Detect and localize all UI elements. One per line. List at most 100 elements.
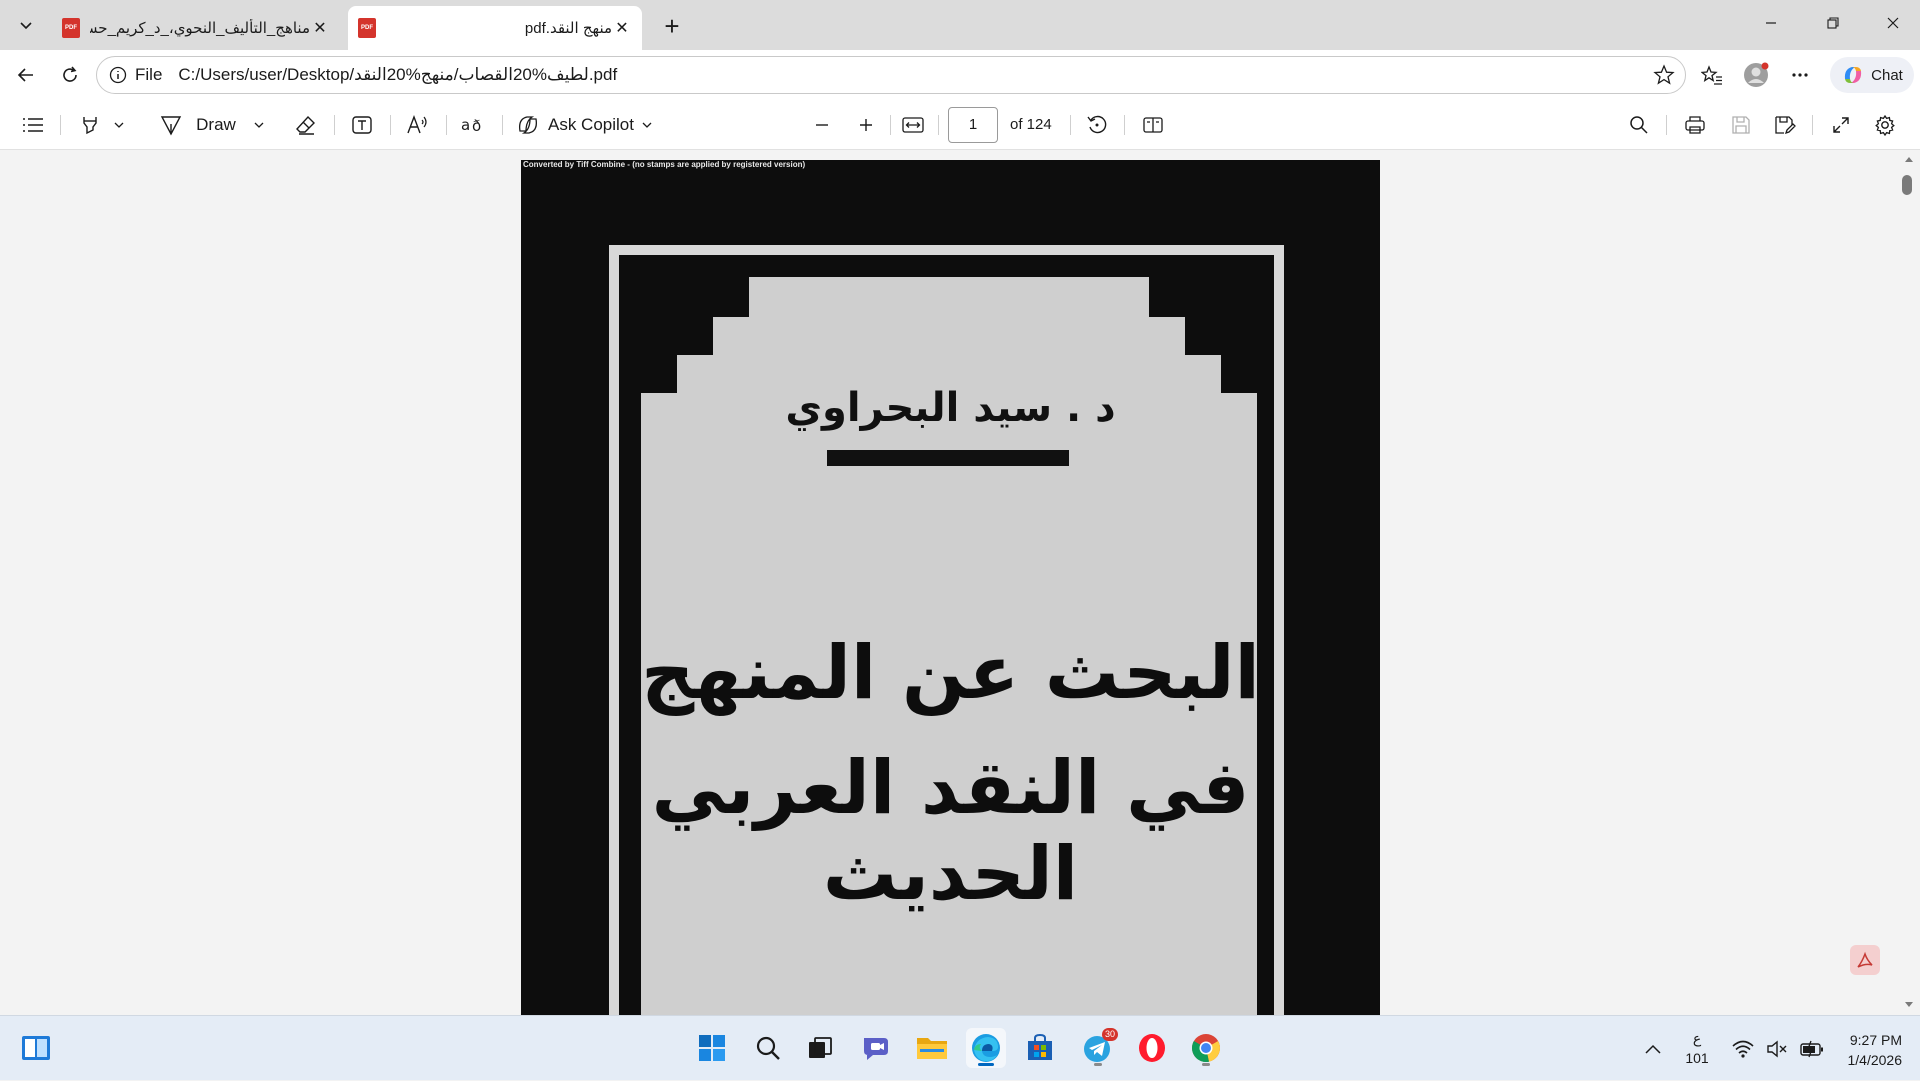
tab-title: مناهج_التأليف_النحوي،_د_كريم_حسين	[90, 20, 310, 37]
start-button[interactable]	[692, 1028, 732, 1068]
page-number-input[interactable]: 1	[948, 107, 998, 143]
toolbar-divider	[1666, 115, 1667, 135]
restore-icon	[1827, 17, 1839, 29]
erase-button[interactable]	[290, 108, 322, 142]
page-view-button[interactable]	[1136, 108, 1170, 142]
scrollbar-thumb[interactable]	[1902, 175, 1912, 195]
search-icon	[1630, 116, 1648, 134]
file-explorer-button[interactable]	[912, 1028, 952, 1068]
microsoft-store-button[interactable]	[1020, 1028, 1060, 1068]
pdf-file-icon: PDF	[358, 18, 376, 38]
url-text[interactable]: C:/Users/user/Desktop/لطيف%20القصاب/منهج…	[178, 65, 617, 85]
opera-browser-button[interactable]	[1132, 1028, 1172, 1068]
tab-active[interactable]: PDF منهج النقد.pdf ✕	[348, 6, 642, 50]
acrobat-button[interactable]	[1850, 945, 1880, 975]
ask-copilot-label: Ask Copilot	[548, 115, 634, 134]
scroll-down-arrow-icon[interactable]	[1904, 1001, 1914, 1009]
fit-to-width-button[interactable]	[896, 108, 930, 142]
read-aloud-button[interactable]	[402, 108, 434, 142]
zoom-in-button[interactable]	[850, 108, 882, 142]
vertical-scrollbar[interactable]	[1900, 151, 1916, 1015]
teams-chat-button[interactable]	[856, 1028, 896, 1068]
active-app-indicator	[978, 1063, 994, 1066]
widgets-button[interactable]	[16, 1028, 56, 1068]
highlight-button[interactable]	[72, 108, 108, 142]
read-aloud-icon	[407, 115, 427, 134]
rotate-icon	[1087, 115, 1107, 134]
more-dots-icon	[1792, 73, 1808, 77]
clock-date: 1/4/2026	[1847, 1052, 1903, 1068]
tab-actions-menu-button[interactable]	[8, 8, 44, 42]
quick-settings-button[interactable]	[1732, 1016, 1842, 1081]
fit-width-icon	[902, 117, 924, 133]
scroll-up-arrow-icon[interactable]	[1904, 155, 1914, 163]
input-language-indicator[interactable]: ع 101	[1682, 1028, 1712, 1068]
opera-icon	[1139, 1034, 1165, 1062]
copilot-chat-button[interactable]: Chat	[1830, 57, 1914, 93]
chevron-up-icon	[1645, 1044, 1661, 1054]
draw-options-dropdown[interactable]	[250, 108, 268, 142]
chat-label: Chat	[1871, 66, 1903, 84]
pdf-viewer[interactable]: Converted by Tiff Combine - (no stamps a…	[0, 151, 1920, 1015]
favorite-star-icon[interactable]	[1653, 64, 1675, 91]
save-button[interactable]	[1724, 108, 1758, 142]
close-window-button[interactable]	[1862, 0, 1920, 46]
tab-inactive[interactable]: PDF مناهج_التأليف_النحوي،_د_كريم_حسين ✕	[52, 6, 340, 50]
back-button[interactable]	[8, 58, 44, 92]
translate-button[interactable]: að	[458, 108, 490, 142]
store-icon	[1028, 1033, 1052, 1060]
battery-charging-icon	[1800, 1040, 1823, 1057]
search-button[interactable]	[748, 1028, 788, 1068]
task-view-button[interactable]	[800, 1028, 840, 1068]
windows-start-icon	[699, 1035, 725, 1061]
refresh-button[interactable]	[52, 58, 88, 92]
zoom-out-button[interactable]	[806, 108, 838, 142]
toolbar-divider	[1124, 115, 1125, 135]
add-text-button[interactable]	[346, 108, 378, 142]
profile-button[interactable]	[1738, 58, 1774, 92]
pdf-page: Converted by Tiff Combine - (no stamps a…	[521, 160, 1380, 1015]
save-as-icon	[1775, 116, 1796, 135]
chrome-icon	[1192, 1034, 1220, 1063]
print-button[interactable]	[1678, 108, 1712, 142]
folder-icon	[917, 1038, 947, 1059]
favorites-button[interactable]	[1694, 58, 1730, 92]
restore-button[interactable]	[1802, 0, 1864, 46]
text-box-icon	[352, 116, 372, 134]
chevron-down-icon	[20, 22, 32, 30]
new-tab-button[interactable]: +	[656, 10, 688, 42]
translate-icon: að	[461, 116, 481, 135]
table-of-contents-button[interactable]	[16, 108, 50, 142]
copilot-icon	[1845, 67, 1862, 83]
save-as-button[interactable]	[1768, 108, 1802, 142]
edge-browser-button[interactable]	[966, 1028, 1006, 1068]
task-view-icon	[809, 1037, 832, 1058]
chrome-browser-button[interactable]	[1186, 1028, 1226, 1068]
speaker-muted-icon	[1767, 1040, 1787, 1057]
pdf-settings-button[interactable]	[1868, 108, 1902, 142]
highlighter-icon	[83, 117, 97, 135]
system-clock[interactable]: 9:27 PM 1/4/2026	[1832, 1030, 1903, 1070]
expand-icon	[1833, 117, 1849, 133]
find-button[interactable]	[1622, 108, 1656, 142]
settings-and-more-button[interactable]	[1782, 58, 1818, 92]
wifi-icon	[1732, 1040, 1754, 1058]
save-disk-icon	[1732, 116, 1750, 134]
close-tab-icon[interactable]: ✕	[612, 18, 632, 38]
telegram-button[interactable]: 30	[1078, 1028, 1118, 1068]
toolbar-divider	[502, 115, 503, 135]
minus-icon	[816, 124, 828, 126]
minimize-button[interactable]	[1740, 0, 1802, 46]
draw-tool-icon-wrap[interactable]	[156, 108, 186, 142]
draw-label: Draw	[196, 115, 236, 134]
address-bar[interactable]: File C:/Users/user/Desktop/لطيف%20القصاب…	[96, 56, 1686, 94]
show-hidden-icons-button[interactable]	[1640, 1016, 1666, 1081]
highlight-options-dropdown[interactable]	[110, 108, 128, 142]
fullscreen-button[interactable]	[1824, 108, 1858, 142]
toolbar-divider	[446, 115, 447, 135]
ask-copilot-button[interactable]: Ask Copilot	[516, 108, 676, 142]
close-tab-icon[interactable]: ✕	[310, 18, 330, 38]
rotate-button[interactable]	[1080, 108, 1114, 142]
plus-icon	[860, 119, 872, 131]
draw-button[interactable]: Draw	[192, 108, 240, 142]
